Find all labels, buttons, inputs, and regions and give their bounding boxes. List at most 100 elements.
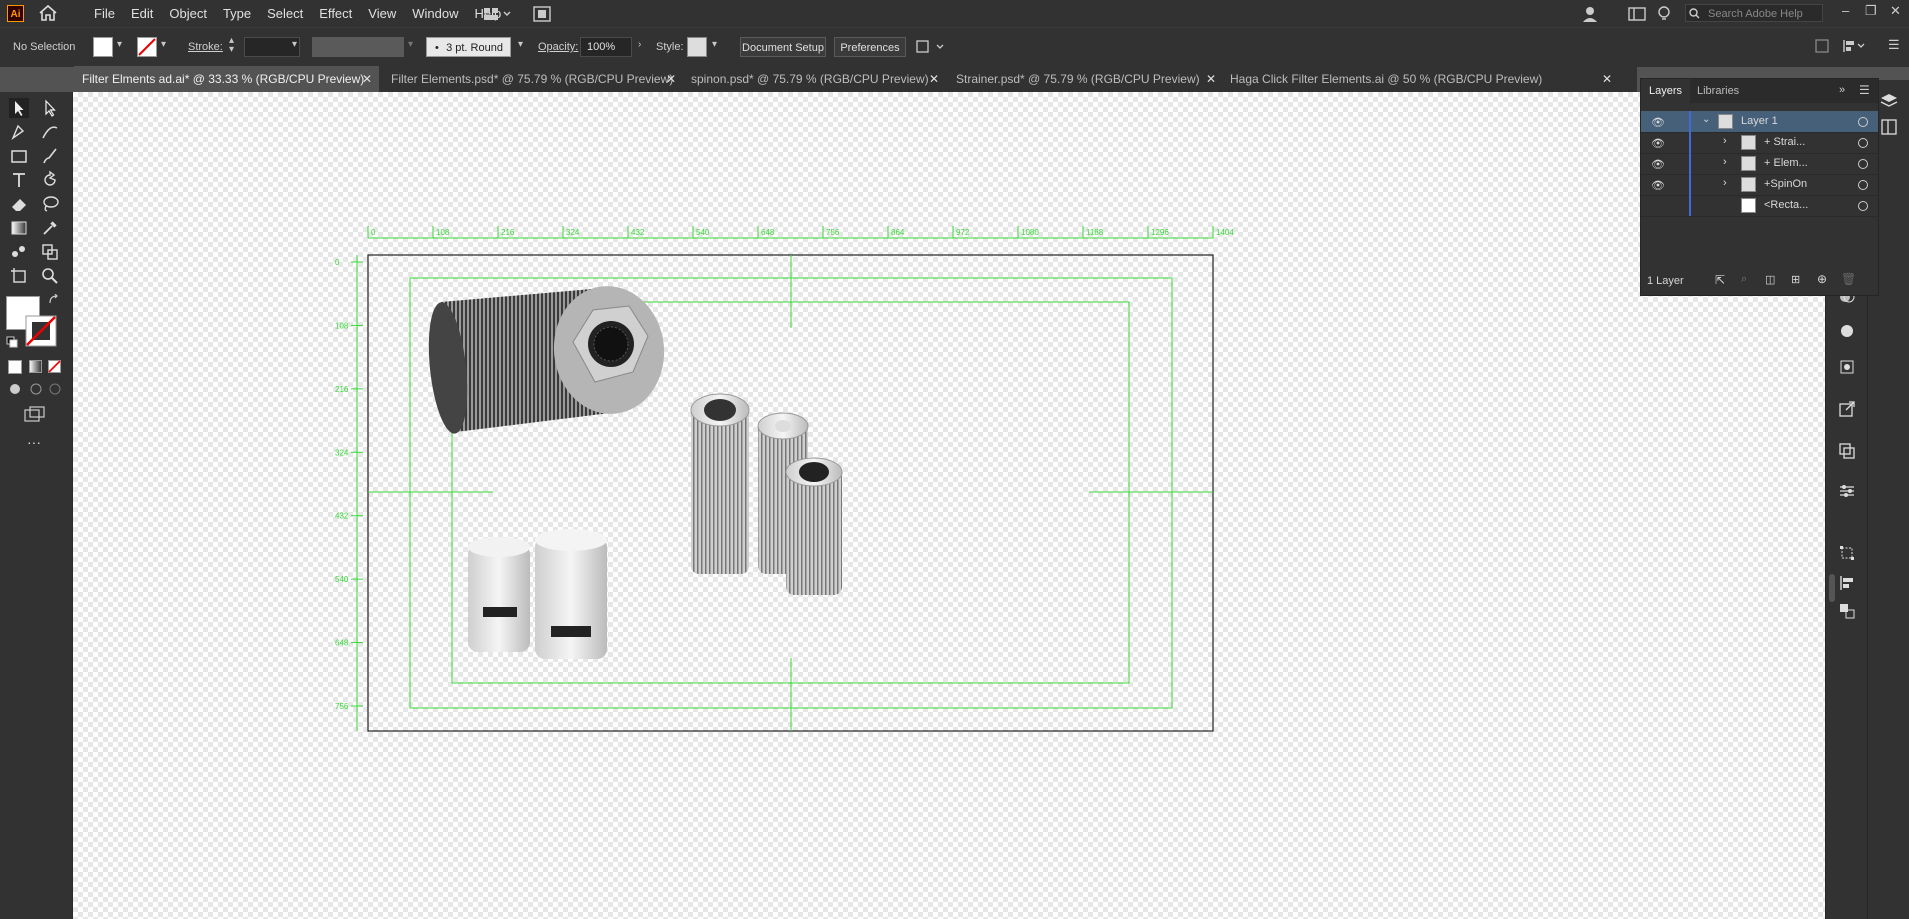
tab-layers[interactable]: Layers [1641,79,1691,103]
tab-libraries[interactable]: Libraries [1689,79,1747,103]
tab-filter-elments-ad[interactable]: Filter Elments ad.ai* @ 33.33 % (RGB/CPU… [74,66,379,92]
discover-lightbulb-icon[interactable] [1657,6,1671,22]
chevron-right-icon[interactable]: › [1723,177,1727,189]
direct-selection-tool-icon[interactable] [40,98,60,118]
home-icon[interactable] [38,4,58,22]
collapse-panel-icon[interactable]: » [1839,84,1845,96]
menu-object[interactable]: Object [161,0,215,27]
color-mode-icon[interactable] [8,360,22,374]
layer-name[interactable]: + Elem... [1764,157,1808,169]
pathfinder-icon[interactable] [1838,442,1856,460]
help-search-input[interactable]: Search Adobe Help [1685,4,1823,22]
target-circle-icon[interactable] [1858,201,1868,211]
isolate-icon[interactable] [1814,38,1830,54]
locate-object-icon[interactable]: ⌕ [1741,273,1747,286]
close-tab-icon[interactable]: ✕ [666,66,676,92]
chevron-down-icon[interactable]: ▾ [518,39,523,50]
opacity-field[interactable]: 100% [580,37,632,57]
tab-strainer-psd[interactable]: Strainer.psd* @ 75.79 % (RGB/CPU Preview… [948,66,1222,92]
pen-tool-icon[interactable] [9,122,29,142]
paintbrush-tool-icon[interactable] [40,146,60,166]
type-tool-icon[interactable] [9,170,29,190]
panel-layout-icon[interactable] [1628,6,1646,22]
chevron-right-icon[interactable]: › [638,39,641,50]
user-account-icon[interactable] [1581,6,1601,22]
graphic-style-swatch[interactable] [687,37,707,57]
zoom-tool-icon[interactable] [40,266,60,286]
gradient-mode-icon[interactable] [29,360,42,373]
chevron-down-icon[interactable]: ▾ [117,39,122,50]
menu-window[interactable]: Window [404,0,466,27]
shape-builder-tool-icon[interactable] [40,242,60,262]
swap-colors-icon[interactable] [48,294,60,306]
rectangle-tool-icon[interactable] [9,146,29,166]
draw-normal-icon[interactable] [8,382,22,396]
visibility-eye-icon[interactable]: 👁 [1651,137,1665,150]
close-tab-icon[interactable]: ✕ [929,66,939,92]
menu-effect[interactable]: Effect [311,0,360,27]
layer-name[interactable]: + Strai... [1764,136,1805,148]
menu-view[interactable]: View [360,0,404,27]
close-window-icon[interactable]: ✕ [1890,3,1901,19]
dock-scrollbar[interactable] [1829,574,1835,602]
minimize-icon[interactable]: – [1842,3,1849,18]
more-tools-icon[interactable]: ··· [27,434,41,450]
chevron-down-icon[interactable]: ▾ [161,39,166,50]
menu-type[interactable]: Type [215,0,259,27]
chevron-right-icon[interactable]: › [1723,156,1727,168]
visibility-eye-icon[interactable]: 👁 [1651,116,1665,129]
graphic-styles-icon[interactable] [1838,322,1856,340]
stroke-color-box[interactable] [24,314,58,348]
stroke-stepper-icon[interactable]: ▴ ▾ [229,36,234,55]
document-setup-button[interactable]: Document Setup [740,37,826,57]
canvas-area[interactable]: 0 108 216 324 432 540 648 756 864 972 1080 1188 1296… [73,92,1825,919]
target-circle-icon[interactable] [1858,180,1868,190]
symbol-sprayer-tool-icon[interactable] [9,242,29,262]
layer-name[interactable]: Layer 1 [1741,115,1778,127]
layer-row-spinon[interactable]: 👁 › +SpinOn [1641,174,1878,196]
layer-row-strainer[interactable]: 👁 › + Strai... [1641,132,1878,154]
symbols-icon[interactable] [1838,358,1856,376]
artboards-icon[interactable] [1838,602,1856,620]
panel-menu-icon[interactable]: ☰ [1859,83,1870,97]
delete-layer-icon[interactable]: 🗑 [1841,272,1856,286]
eraser-tool-icon[interactable] [9,194,29,214]
restore-icon[interactable]: ❐ [1865,3,1877,19]
variable-width-profile[interactable] [312,37,404,57]
close-tab-icon[interactable]: ✕ [362,66,372,92]
menu-file[interactable]: File [86,0,123,27]
new-layer-icon[interactable]: ⊕ [1817,272,1827,286]
visibility-eye-icon[interactable]: 👁 [1651,158,1665,171]
brush-definition[interactable]: • 3 pt. Round [426,37,511,57]
libraries-icon[interactable] [1880,118,1898,136]
chevron-right-icon[interactable]: › [1723,135,1727,147]
layer-name[interactable]: +SpinOn [1764,178,1807,190]
stroke-swatch[interactable] [137,37,157,57]
align-icon[interactable] [1838,574,1856,592]
draw-behind-icon[interactable] [29,382,43,396]
rotate-tool-icon[interactable] [40,170,60,190]
chevron-down-icon[interactable]: ⌄ [1702,114,1710,125]
menu-select[interactable]: Select [259,0,311,27]
screen-mode-icon[interactable] [24,406,46,422]
target-circle-icon[interactable] [1858,117,1868,127]
menu-edit[interactable]: Edit [123,0,161,27]
gradient-tool-icon[interactable] [9,218,29,238]
export-for-screens-icon[interactable]: ⇱ [1715,273,1725,287]
panel-menu-icon[interactable]: ☰ [1888,37,1900,53]
close-tab-icon[interactable]: ✕ [1602,66,1612,92]
clipping-mask-icon[interactable]: ◫ [1765,273,1775,286]
artboard-tool-icon[interactable] [9,266,29,286]
fill-swatch[interactable] [93,37,113,57]
layer-row-layer-1[interactable]: 👁 ⌄ Layer 1 [1641,111,1878,133]
eyedropper-tool-icon[interactable] [40,218,60,238]
visibility-eye-icon[interactable]: 👁 [1651,179,1665,192]
properties-icon[interactable] [1838,482,1856,500]
default-colors-icon[interactable] [6,336,18,348]
curvature-tool-icon[interactable] [40,122,60,142]
tab-spinon-psd[interactable]: spinon.psd* @ 75.79 % (RGB/CPU Preview) … [683,66,948,92]
tab-haga-click-filter-elements[interactable]: Haga Click Filter Elements.ai @ 50 % (RG… [1222,66,1637,92]
chevron-down-icon[interactable]: ▾ [292,39,297,50]
layer-row-elements[interactable]: 👁 › + Elem... [1641,153,1878,175]
opacity-label[interactable]: Opacity: [538,41,578,53]
